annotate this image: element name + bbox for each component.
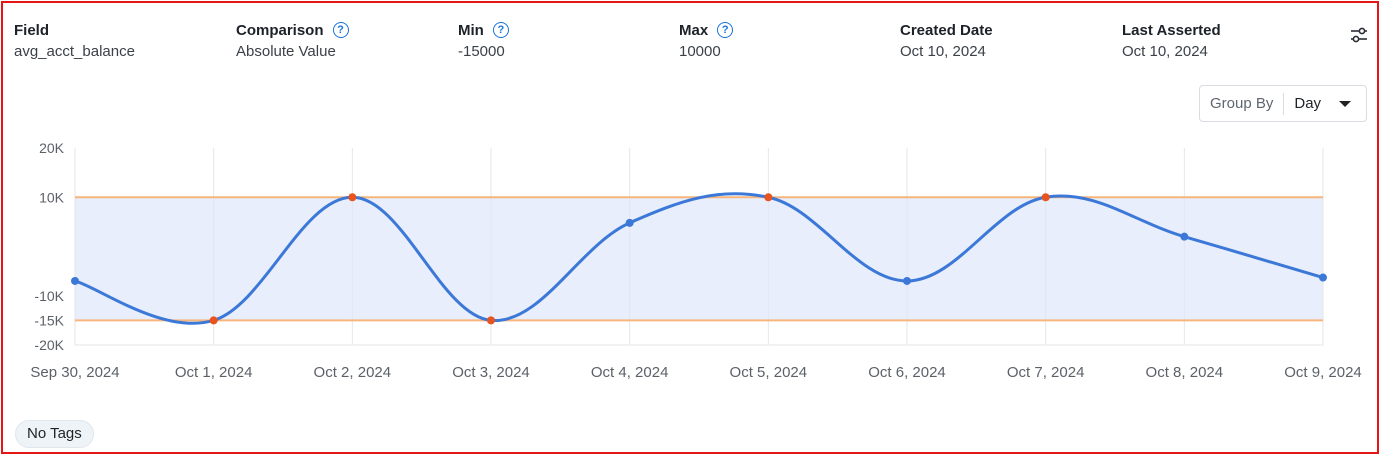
meta-field-label-text: Last Asserted xyxy=(1122,21,1221,39)
x-tick-label: Oct 7, 2024 xyxy=(1007,364,1085,381)
meta-field: Created Date Oct 10, 2024 xyxy=(900,20,993,61)
meta-field-value: -15000 xyxy=(458,43,505,60)
meta-field-value: Oct 10, 2024 xyxy=(1122,43,1208,60)
meta-field-label: Field xyxy=(14,20,135,40)
x-tick-label: Oct 8, 2024 xyxy=(1146,364,1224,381)
group-by-value: Day xyxy=(1294,95,1322,112)
y-tick-label: 20K xyxy=(39,140,65,156)
chevron-down-icon xyxy=(1339,100,1351,107)
y-tick-label: -10K xyxy=(34,288,64,304)
meta-field-label-text: Created Date xyxy=(900,21,993,39)
x-tick-label: Oct 3, 2024 xyxy=(452,364,530,381)
meta-field-value: 10000 xyxy=(679,43,721,60)
meta-field-label-text: Min xyxy=(458,21,484,39)
violation-point xyxy=(764,193,773,202)
meta-field-value: avg_acct_balance xyxy=(14,43,135,60)
meta-field-value: Oct 10, 2024 xyxy=(900,43,986,60)
data-point xyxy=(903,276,911,285)
meta-field: Comparison? Absolute Value xyxy=(236,20,349,60)
meta-field: Min? -15000 xyxy=(458,20,509,60)
x-tick-label: Oct 9, 2024 xyxy=(1284,364,1362,381)
meta-field-value: Absolute Value xyxy=(236,43,336,60)
meta-field-label: Min? xyxy=(458,20,509,40)
meta-field-label-text: Field xyxy=(14,21,50,39)
x-tick-label: Oct 4, 2024 xyxy=(591,364,669,381)
x-tick-label: Oct 6, 2024 xyxy=(868,364,946,381)
meta-field-label-text: Max xyxy=(679,21,709,39)
x-tick-label: Oct 2, 2024 xyxy=(314,364,392,381)
assertion-chart: 20K 10K -10K -15K -20K Sep 30, 2024 Oct 1, 202… xyxy=(30,140,1362,381)
meta-field: Last Asserted Oct 10, 2024 xyxy=(1122,20,1221,61)
help-icon[interactable]: ? xyxy=(492,22,509,38)
meta-field-label: Max? xyxy=(679,20,734,40)
data-point xyxy=(625,218,634,227)
group-by-label: Group By xyxy=(1200,92,1285,115)
violation-point xyxy=(209,316,218,325)
y-tick-label: -20K xyxy=(34,337,64,353)
y-tick-label: 10K xyxy=(39,189,65,205)
meta-field: Max? 10000 xyxy=(679,20,734,60)
meta-field-label-text: Comparison xyxy=(236,21,324,39)
tag-chip[interactable]: No Tags xyxy=(15,420,94,448)
x-tick-label: Sep 30, 2024 xyxy=(30,364,119,381)
help-icon[interactable]: ? xyxy=(332,22,349,38)
meta-field-label: Created Date xyxy=(900,20,993,40)
data-point xyxy=(1180,232,1189,241)
data-point xyxy=(1319,273,1327,282)
meta-field: Field avg_acct_balance xyxy=(14,20,135,61)
meta-field-label: Last Asserted xyxy=(1122,20,1221,40)
x-tick-label: Oct 1, 2024 xyxy=(175,364,253,381)
help-icon[interactable]: ? xyxy=(717,22,734,38)
violation-point xyxy=(1041,193,1050,202)
x-tick-label: Oct 5, 2024 xyxy=(730,364,808,381)
data-point xyxy=(71,276,79,285)
violation-point xyxy=(348,193,357,202)
y-tick-label: -15K xyxy=(34,312,64,328)
violation-point xyxy=(487,316,495,325)
meta-field-label: Comparison? xyxy=(236,20,349,40)
settings-icon[interactable] xyxy=(1348,24,1370,46)
group-by-select[interactable]: Group By Day xyxy=(1199,85,1367,122)
threshold-band xyxy=(75,197,1323,321)
